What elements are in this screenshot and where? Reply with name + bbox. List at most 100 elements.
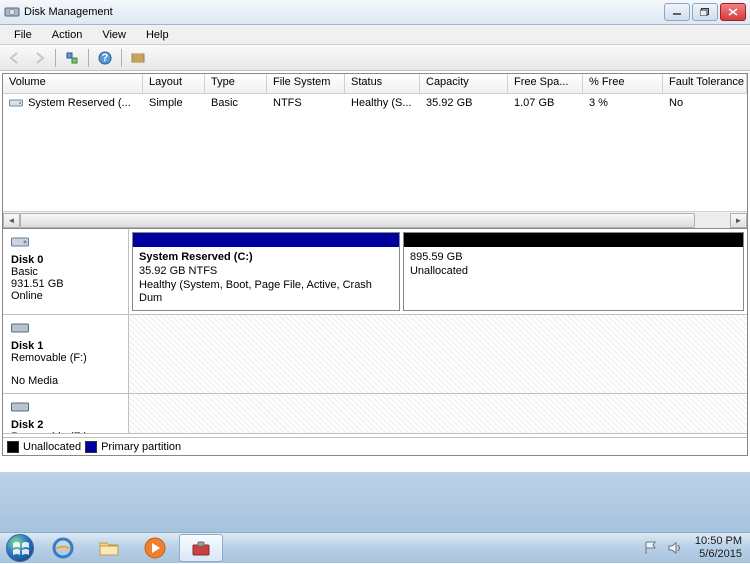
legend: Unallocated Primary partition (3, 437, 747, 455)
refresh-button[interactable] (61, 47, 83, 69)
col-pctfree[interactable]: % Free (583, 74, 663, 93)
volume-list: Volume Layout Type File System Status Ca… (3, 74, 747, 229)
disk-info: Disk 0 Basic 931.51 GB Online (3, 229, 129, 314)
toolbar: ? (0, 45, 750, 71)
maximize-button[interactable] (692, 3, 718, 21)
partition-size: 895.59 GB (410, 251, 737, 265)
volume-layout: Simple (143, 96, 205, 110)
clock-date: 5/6/2015 (695, 548, 742, 561)
menu-file[interactable]: File (4, 27, 42, 43)
col-faulttol[interactable]: Fault Tolerance (663, 74, 747, 93)
start-orb-icon (6, 534, 34, 562)
menubar: File Action View Help (0, 25, 750, 45)
partition[interactable]: System Reserved (C:) 35.92 GB NTFS Healt… (132, 232, 400, 311)
menu-view[interactable]: View (92, 27, 136, 43)
window-title: Disk Management (24, 6, 664, 18)
volume-row[interactable]: System Reserved (... Simple Basic NTFS H… (3, 94, 747, 112)
legend-swatch-unallocated (7, 441, 19, 453)
titlebar: Disk Management (0, 0, 750, 25)
taskbar-ie[interactable] (41, 534, 85, 562)
content-area: Volume Layout Type File System Status Ca… (2, 73, 748, 456)
col-type[interactable]: Type (205, 74, 267, 93)
taskbar-diskmgmt[interactable] (179, 534, 223, 562)
clock[interactable]: 10:50 PM 5/6/2015 (691, 535, 744, 560)
volume-icon[interactable] (667, 540, 683, 556)
scroll-thumb[interactable] (20, 213, 695, 228)
disk-size: 931.51 GB (11, 278, 120, 290)
volume-rows: System Reserved (... Simple Basic NTFS H… (3, 94, 747, 211)
partition-header-primary (133, 233, 399, 247)
disk-info: Disk 2 Removable (E:) No Media (3, 394, 129, 433)
col-layout[interactable]: Layout (143, 74, 205, 93)
disk-name: Disk 2 (11, 419, 120, 431)
close-button[interactable] (720, 3, 746, 21)
volume-status: Healthy (S... (345, 96, 420, 110)
volume-name: System Reserved (... (28, 97, 131, 109)
legend-swatch-primary (85, 441, 97, 453)
disk-row[interactable]: Disk 0 Basic 931.51 GB Online System Res… (3, 229, 747, 315)
disk-kind: Removable (E:) (11, 431, 120, 434)
disk-partitions: System Reserved (C:) 35.92 GB NTFS Healt… (129, 229, 747, 314)
menu-action[interactable]: Action (42, 27, 93, 43)
settings-button[interactable] (127, 47, 149, 69)
disk-map: Disk 0 Basic 931.51 GB Online System Res… (3, 229, 747, 437)
volume-free: 1.07 GB (508, 96, 583, 110)
disk-state: Online (11, 290, 120, 302)
removable-icon (11, 400, 29, 414)
disk-name: Disk 1 (11, 340, 120, 352)
start-button[interactable] (0, 533, 40, 564)
clock-time: 10:50 PM (695, 535, 742, 548)
volume-list-header: Volume Layout Type File System Status Ca… (3, 74, 747, 94)
drive-icon (9, 97, 23, 109)
disk-row[interactable]: Disk 1 Removable (F:) No Media (3, 315, 747, 394)
volume-ft: No (663, 96, 747, 110)
toolbar-separator (55, 49, 56, 67)
scroll-right-button[interactable]: ► (730, 213, 747, 228)
partition-size: 35.92 GB NTFS (139, 265, 393, 279)
col-freespace[interactable]: Free Spa... (508, 74, 583, 93)
folder-icon (97, 536, 121, 560)
partition-status: Unallocated (410, 265, 737, 279)
disk-partitions (129, 394, 747, 434)
media-player-icon (143, 536, 167, 560)
col-capacity[interactable]: Capacity (420, 74, 508, 93)
legend-unallocated: Unallocated (23, 441, 81, 453)
flag-icon[interactable] (643, 540, 659, 556)
app-icon (4, 4, 20, 20)
disk-partitions (129, 315, 747, 393)
disk-state: No Media (11, 375, 120, 387)
window-controls (664, 3, 746, 21)
system-tray: 10:50 PM 5/6/2015 (643, 535, 750, 560)
volume-pct: 3 % (583, 96, 663, 110)
col-filesystem[interactable]: File System (267, 74, 345, 93)
taskbar-wmp[interactable] (133, 534, 177, 562)
desktop-background (0, 472, 750, 532)
volume-type: Basic (205, 96, 267, 110)
volume-capacity: 35.92 GB (420, 96, 508, 110)
legend-primary: Primary partition (101, 441, 181, 453)
partition-title: System Reserved (C:) (139, 251, 393, 265)
disk-row[interactable]: Disk 2 Removable (E:) No Media (3, 394, 747, 434)
minimize-button[interactable] (664, 3, 690, 21)
toolbar-separator (88, 49, 89, 67)
col-status[interactable]: Status (345, 74, 420, 93)
disk-kind: Basic (11, 266, 120, 278)
disk-info: Disk 1 Removable (F:) No Media (3, 315, 129, 393)
taskbar: 10:50 PM 5/6/2015 (0, 532, 750, 563)
menu-help[interactable]: Help (136, 27, 179, 43)
volume-fs: NTFS (267, 96, 345, 110)
partition[interactable]: 895.59 GB Unallocated (403, 232, 744, 311)
scroll-left-button[interactable]: ◄ (3, 213, 20, 228)
toolbox-icon (189, 536, 213, 560)
partition-header-unallocated (404, 233, 743, 247)
toolbar-separator (121, 49, 122, 67)
disk-name: Disk 0 (11, 254, 120, 266)
horizontal-scrollbar[interactable]: ◄ ► (3, 211, 747, 228)
taskbar-explorer[interactable] (87, 534, 131, 562)
disk-kind: Removable (F:) (11, 352, 120, 364)
forward-button (28, 47, 50, 69)
hdd-icon (11, 235, 29, 249)
svg-text:?: ? (102, 52, 109, 64)
help-button[interactable]: ? (94, 47, 116, 69)
col-volume[interactable]: Volume (3, 74, 143, 93)
